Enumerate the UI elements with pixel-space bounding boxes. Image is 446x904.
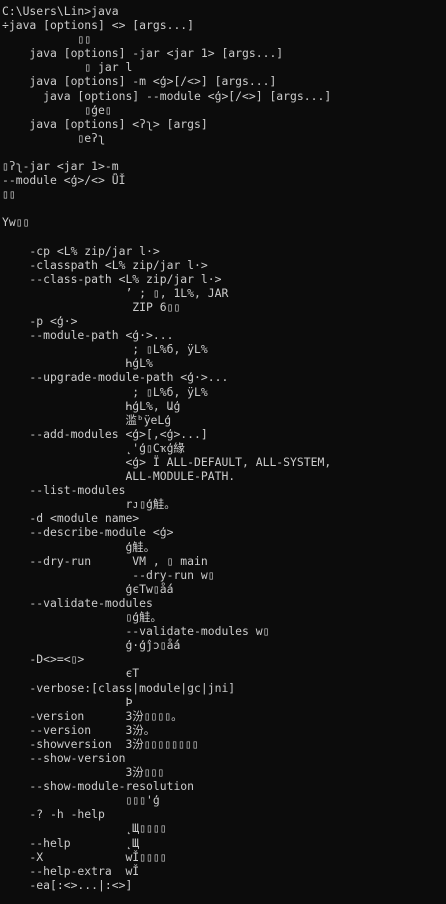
console-line: java [options] -jar <jar 1> [args...]	[2, 46, 284, 61]
console-line: --dry-run VM , ▯ main	[2, 553, 208, 568]
console-line: ģєTw▯ǻá	[2, 581, 174, 596]
console-line: 3汾▯▯▯	[2, 765, 165, 780]
console-line: -cp <L% zip/jar l·>	[2, 243, 160, 258]
console-line: ’ ; ▯, 1L%, JAR	[2, 285, 229, 300]
console-line: rᴊ▯ģ觟。	[2, 497, 176, 512]
console-line: ▯▯▯'ģ	[2, 793, 160, 808]
console-line: --show-module-resolution	[2, 779, 195, 794]
console-line: --list-modules	[2, 483, 126, 498]
console-line: ZIP 6▯▯	[2, 299, 181, 314]
console-line: --describe-module <ģ>	[2, 525, 174, 540]
console-line: ▯ʔʅ-jar <jar 1>-m	[2, 159, 119, 174]
console-line: ÷java [options] <> [args...]	[2, 18, 195, 33]
console-line: Ϸ	[2, 694, 133, 709]
console-line: -p <ģ·>	[2, 314, 78, 329]
console-line: -verbose:[class|module|gc|jni]	[2, 680, 236, 695]
console-line: ҺģL%, Աģ	[2, 398, 181, 413]
console-line: ģ觟。	[2, 539, 156, 554]
console-line: Yw▯▯	[2, 215, 30, 230]
console-line: <ģ> Ï ALL-DEFAULT, ALL-SYSTEM,	[2, 455, 332, 469]
console-line: -D<>=<▯>	[2, 652, 85, 667]
console-line: java [options] <ʔʅ> [args]	[2, 116, 208, 131]
console-line: --module-path <ģ·>...	[2, 328, 174, 343]
console-line: --help ˛Щ	[2, 835, 140, 850]
console-line: --help-extra wǏ	[2, 863, 140, 878]
console-line: ; ▯L%б, ÿL%	[2, 342, 208, 357]
console-line: --dry-run w▯	[2, 567, 215, 582]
console-line: -X wǏ▯▯▯▯	[2, 849, 167, 864]
console-line: -d <module name>	[2, 511, 140, 526]
console-line: --add-modules <ģ>[,<ģ>...]	[2, 426, 208, 441]
console-line: ▯ģ觟。	[2, 610, 162, 625]
console-line: ҺģL%	[2, 356, 153, 371]
console-line: ▯ģe▯	[2, 102, 112, 117]
console-line: java [options] --module <ģ>[/<>] [args..…	[2, 88, 332, 103]
console-line: ▯▯	[2, 187, 16, 202]
console-line: C:\Users\Lin>java	[2, 4, 119, 18]
console-line: ˛Щ▯▯▯▯	[2, 821, 167, 836]
console-line: -? -h -help	[2, 807, 105, 822]
console-line: --module <ģ>/<> ǕǏ	[2, 173, 126, 188]
console-line: -version 3汾▯▯▯▯。	[2, 708, 183, 723]
console-line: --version 3汾。	[2, 722, 156, 737]
console-line: ▯ jar l	[2, 60, 133, 75]
console-line: ▯▯	[2, 32, 92, 47]
console-window[interactable]: C:\Users\Lin>java ÷java [options] <> [arg…	[0, 0, 446, 904]
console-line: ˛'ģ▯Cҡģ緣	[2, 440, 185, 455]
console-line: --validate-modules w▯	[2, 624, 270, 639]
console-line: ; ▯L%б, ÿL%	[2, 384, 208, 399]
console-line: --show-version	[2, 750, 126, 765]
console-line: java [options] -m <ģ>[/<>] [args...]	[2, 74, 277, 89]
console-line: ALL-MODULE-PATH.	[2, 469, 236, 484]
console-line: ģ·ģĵɔ▯ǻá	[2, 638, 181, 653]
console-line: -showversion 3汾▯▯▯▯▯▯▯▯	[2, 736, 199, 751]
console-line: --upgrade-module-path <ģ·>...	[2, 370, 229, 385]
console-line: -ea[:<>...|:<>]	[2, 877, 133, 892]
console-line: ▯eʔʅ	[2, 130, 105, 145]
console-line: 滥ᵇÿeLģ	[2, 412, 172, 427]
console-line: --validate-modules	[2, 595, 153, 610]
console-line: --class-path <L% zip/jar l·>	[2, 271, 222, 286]
console-line: -classpath <L% zip/jar l·>	[2, 257, 208, 272]
console-line: єT	[2, 666, 140, 681]
